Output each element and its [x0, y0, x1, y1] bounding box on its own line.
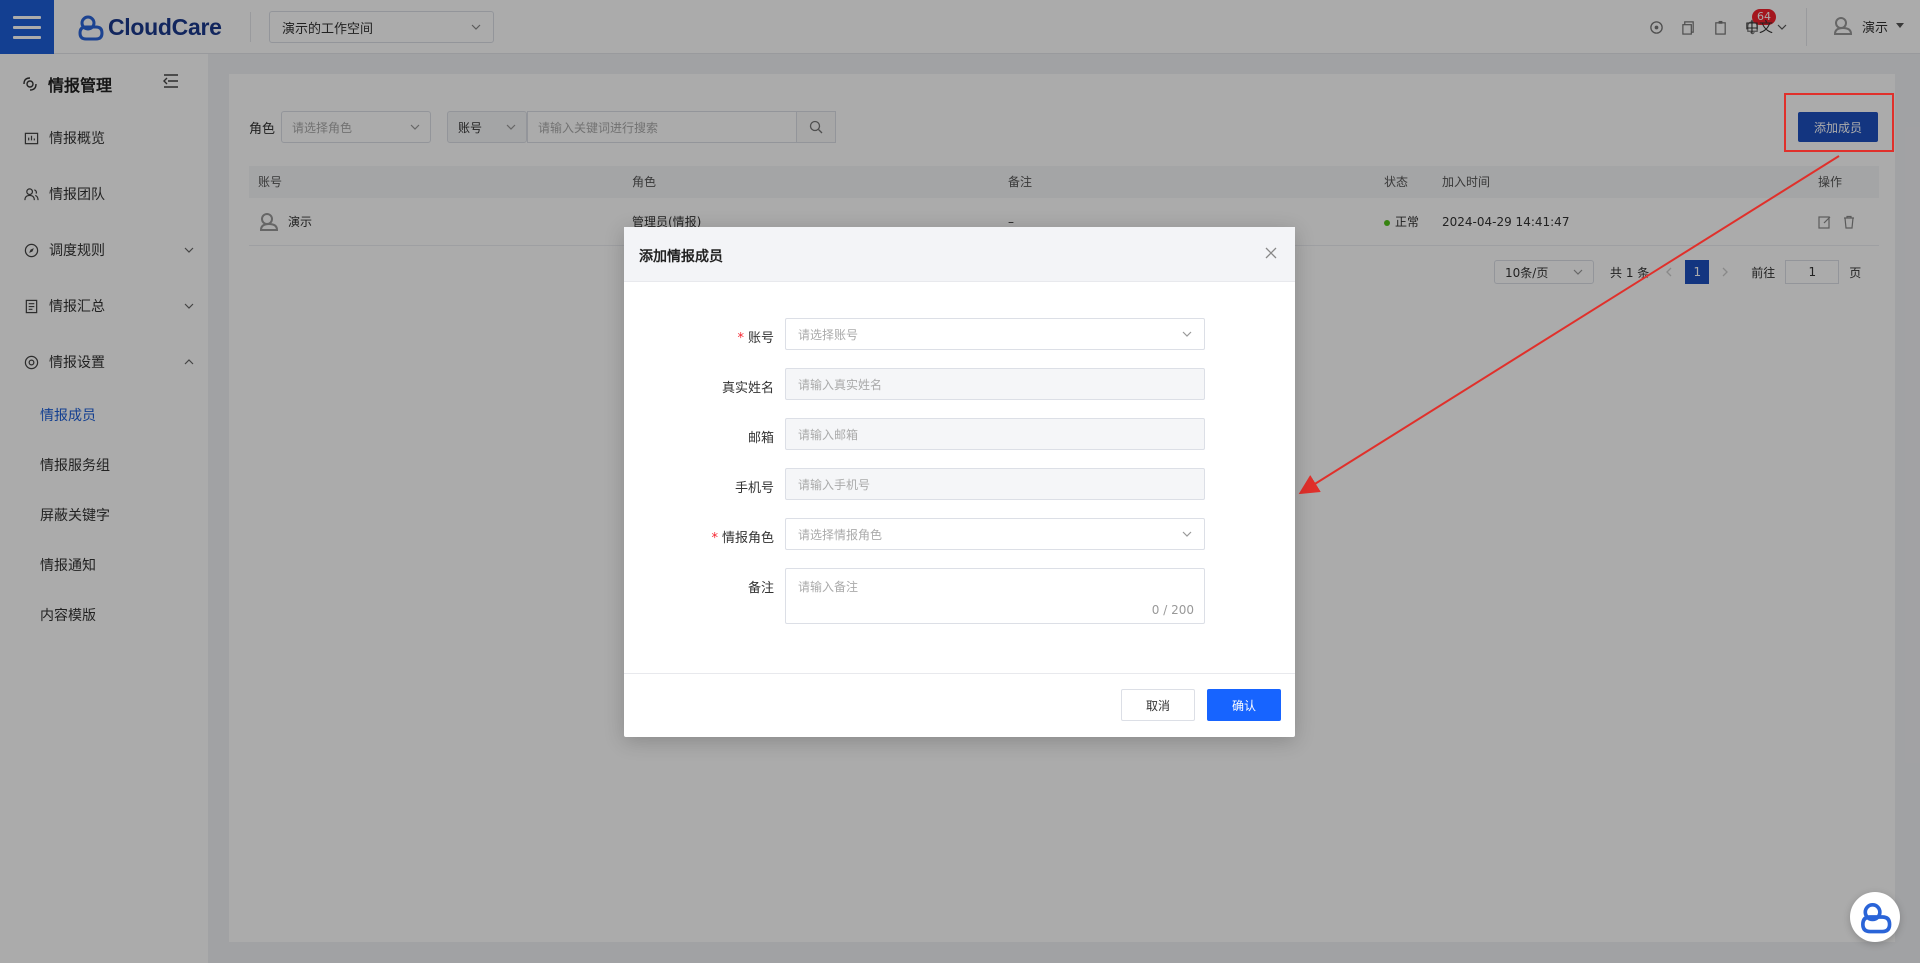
add-member-dialog: 添加情报成员 * 账号 请选择账号 真实姓名 请输入真实姓名 邮箱 请输入邮箱 手… [624, 227, 1295, 737]
account-placeholder: 请选择账号 [798, 327, 859, 342]
email-field[interactable]: 请输入邮箱 [785, 418, 1205, 450]
close-icon[interactable] [1261, 243, 1281, 263]
phone-label: 手机号 [734, 481, 774, 496]
role-select[interactable]: 请选择情报角色 [785, 518, 1205, 550]
dialog-title: 添加情报成员 [639, 249, 723, 265]
email-placeholder: 请输入邮箱 [798, 427, 859, 442]
note-label: 备注 [747, 581, 774, 596]
confirm-button[interactable]: 确认 [1207, 689, 1281, 721]
email-label: 邮箱 [747, 431, 774, 446]
phone-input[interactable]: 请输入手机号 [785, 468, 1205, 500]
phone-placeholder: 请输入手机号 [798, 477, 871, 492]
account-select[interactable]: 请选择账号 [785, 318, 1205, 350]
note-textarea[interactable]: 请输入备注 0 / 200 [785, 568, 1205, 624]
cancel-button[interactable]: 取消 [1121, 689, 1195, 721]
account-label: * 账号 [737, 331, 774, 346]
dialog-header: 添加情报成员 [624, 227, 1295, 282]
support-chat-button[interactable] [1850, 892, 1900, 942]
dialog-footer-divider [624, 673, 1295, 674]
real-name-placeholder: 请输入真实姓名 [798, 377, 883, 392]
note-char-count: 0 / 200 [1151, 603, 1194, 617]
chevron-down-icon [1182, 531, 1192, 537]
cloudcare-logo-icon [1861, 903, 1892, 934]
role-placeholder: 请选择情报角色 [798, 527, 883, 542]
chevron-down-icon [1182, 331, 1192, 337]
real-name-label: 真实姓名 [721, 381, 774, 396]
annotation-highlight-box [1784, 93, 1894, 152]
real-name-input[interactable]: 请输入真实姓名 [785, 368, 1205, 400]
role-label: * 情报角色 [711, 531, 774, 546]
note-placeholder: 请输入备注 [798, 580, 859, 594]
